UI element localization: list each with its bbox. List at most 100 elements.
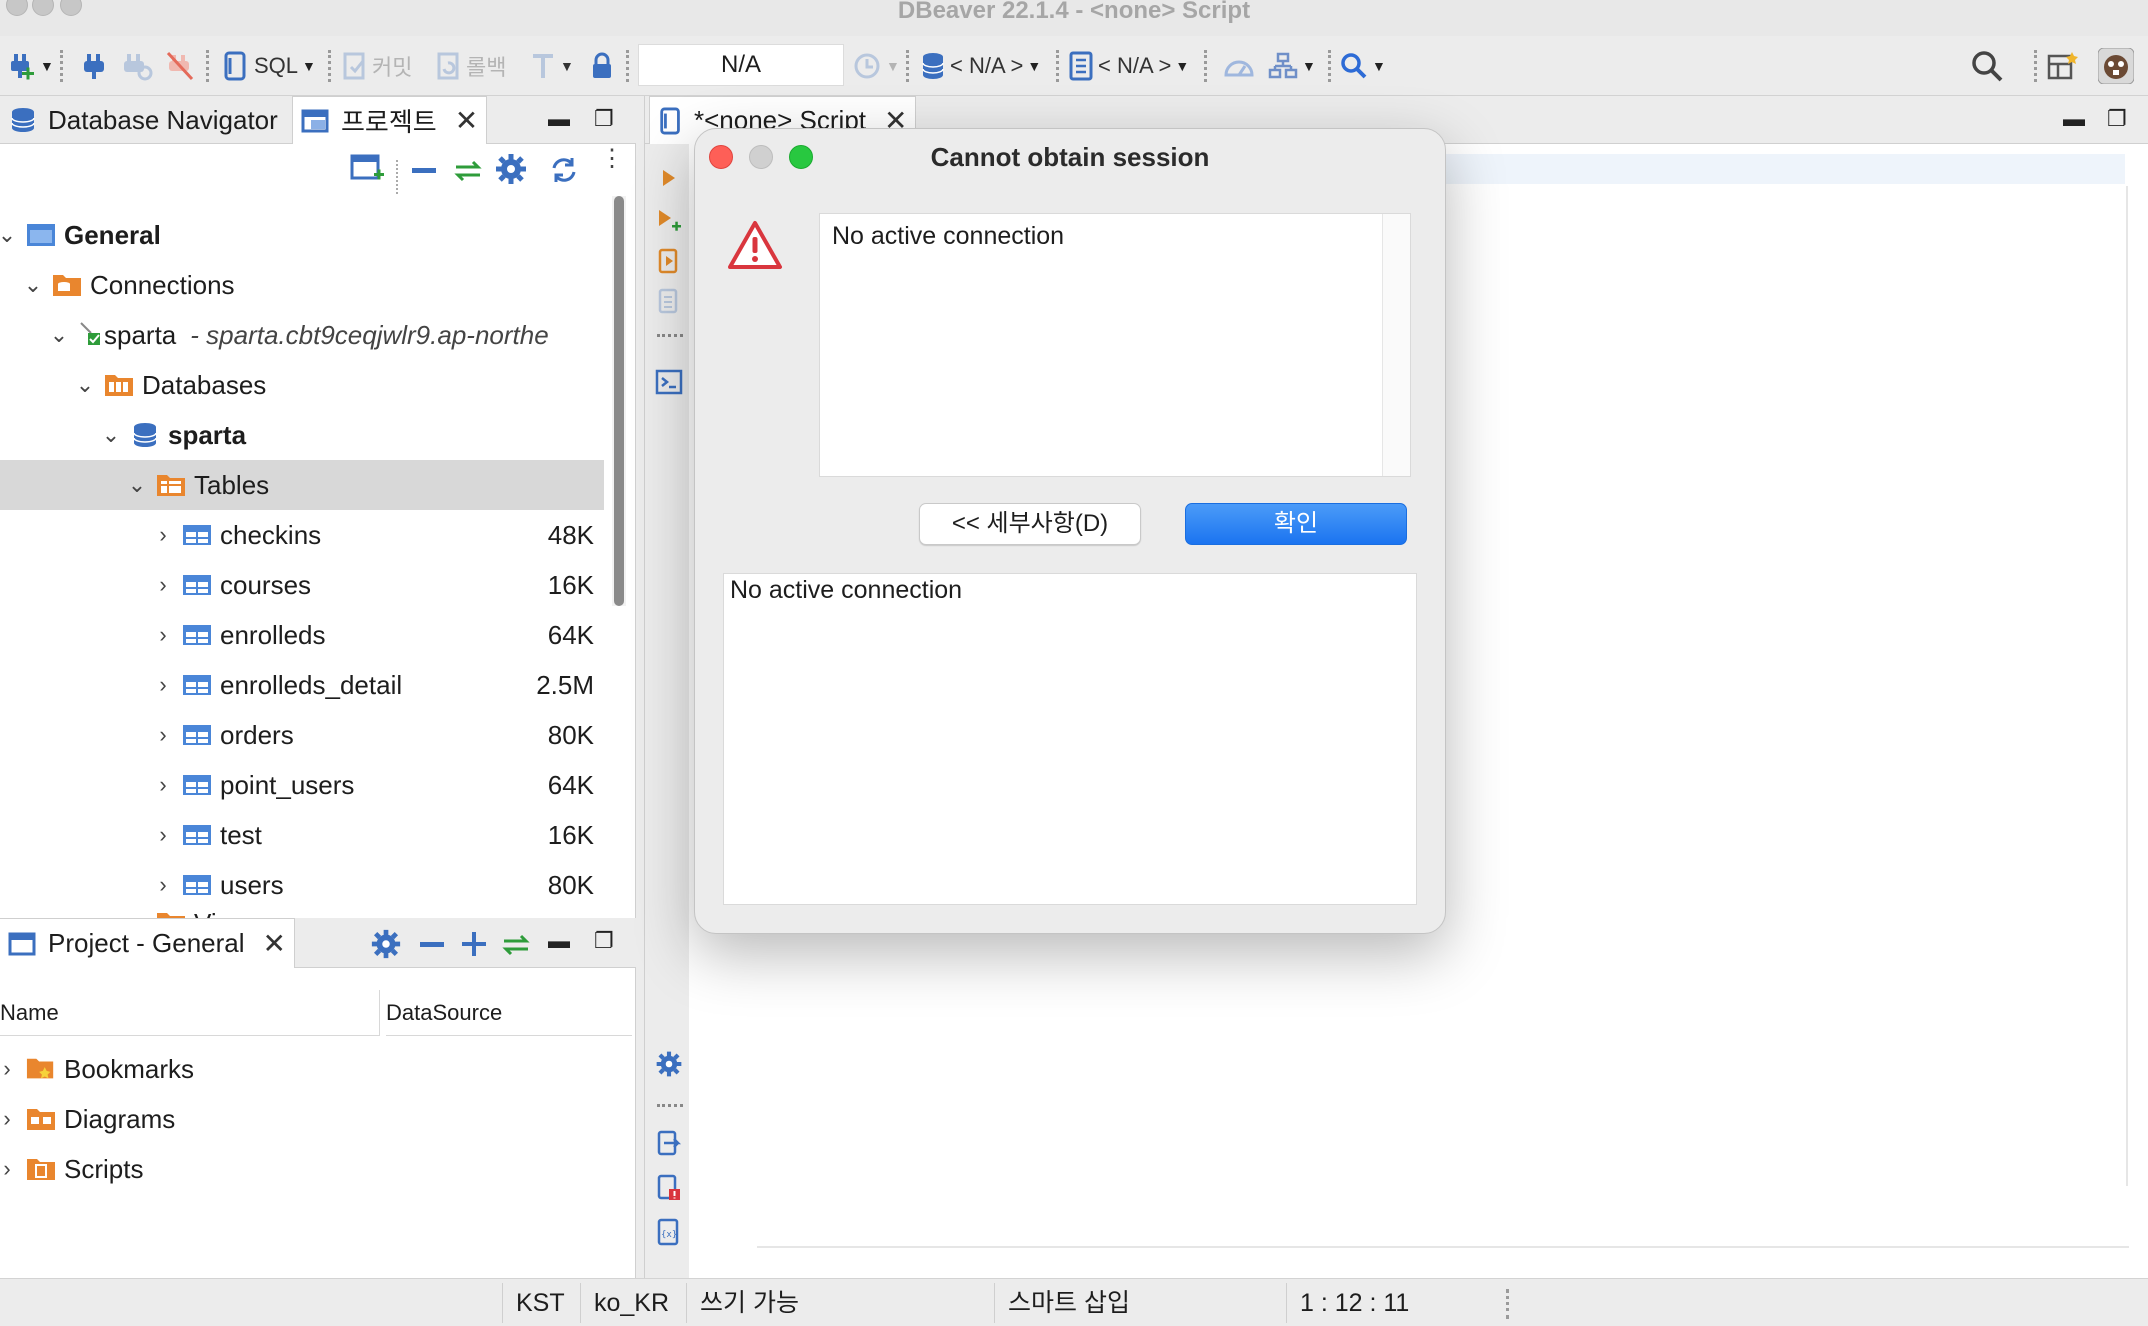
lock-button[interactable] — [590, 44, 614, 88]
new-connection-button[interactable]: ▼ — [8, 44, 54, 88]
close-icon[interactable]: ✕ — [455, 104, 478, 137]
tree-node-table[interactable]: › enrolleds 64K — [0, 610, 604, 660]
view-menu-button[interactable]: ⋮ — [600, 147, 624, 171]
column-header-name[interactable]: Name — [0, 990, 380, 1036]
execution-plan-button[interactable]: ▼ — [1268, 44, 1316, 88]
maximize-editor-button[interactable]: ❐ — [2107, 106, 2127, 132]
transaction-mode-button[interactable]: ▼ — [530, 44, 574, 88]
transaction-mode-field[interactable]: N/A — [638, 44, 844, 86]
chevron-down-icon[interactable]: ▼ — [1027, 58, 1041, 74]
execute-statement-button[interactable] — [655, 164, 683, 192]
global-search-button[interactable] — [1970, 44, 2004, 88]
project-item-scripts[interactable]: › Scripts — [0, 1144, 604, 1194]
details-button[interactable]: << 세부사항(D) — [919, 503, 1141, 545]
collapse-all-button[interactable] — [410, 158, 438, 182]
variables-button[interactable]: {x} — [655, 1218, 683, 1246]
commit-button[interactable]: 커밋 — [342, 44, 412, 88]
history-button[interactable]: ▼ — [852, 44, 900, 88]
sql-editor-button[interactable]: SQL ▼ — [222, 44, 316, 88]
reconnect-button[interactable] — [122, 44, 154, 88]
link-with-editor-button[interactable] — [500, 932, 532, 958]
minimize-editor-button[interactable]: ▬ — [2063, 106, 2085, 132]
chevron-down-icon[interactable]: ⌄ — [72, 372, 98, 398]
open-perspective-button[interactable] — [2046, 44, 2078, 88]
link-with-editor-button[interactable] — [452, 158, 484, 184]
tree-node-connections[interactable]: ⌄ Connections — [0, 260, 604, 310]
chevron-down-icon[interactable]: ▼ — [1302, 58, 1316, 74]
column-header-datasource[interactable]: DataSource — [386, 990, 632, 1036]
chevron-right-icon[interactable]: › — [150, 772, 176, 798]
chevron-down-icon[interactable]: ▼ — [1372, 58, 1386, 74]
chevron-down-icon[interactable]: ▼ — [560, 58, 574, 74]
tree-node-views[interactable]: › Views — [0, 898, 604, 918]
close-icon[interactable]: ✕ — [263, 927, 286, 960]
chevron-down-icon[interactable]: ▼ — [302, 58, 316, 74]
chevron-right-icon[interactable]: › — [150, 572, 176, 598]
project-item-diagrams[interactable]: › Diagrams — [0, 1094, 604, 1144]
chevron-right-icon[interactable]: › — [0, 1156, 20, 1182]
chevron-down-icon[interactable]: ▼ — [1175, 58, 1189, 74]
chevron-down-icon[interactable]: ⌄ — [46, 322, 72, 348]
tree-node-general[interactable]: ⌄ General — [0, 210, 604, 260]
chevron-down-icon[interactable]: ▼ — [886, 58, 900, 74]
chevron-right-icon[interactable]: › — [150, 822, 176, 848]
datasource-selector[interactable]: < N/A > ▼ — [920, 44, 1041, 88]
chevron-down-icon[interactable]: ▼ — [40, 58, 54, 74]
collapse-all-button[interactable] — [418, 932, 446, 956]
chevron-down-icon[interactable]: ⌄ — [124, 472, 150, 498]
chevron-right-icon[interactable]: › — [150, 522, 176, 548]
scrollbar-thumb[interactable] — [614, 196, 624, 606]
chevron-down-icon[interactable]: ⌄ — [20, 272, 46, 298]
chevron-right-icon[interactable]: › — [124, 910, 150, 918]
tree-node-databases[interactable]: ⌄ Databases — [0, 360, 604, 410]
dbeaver-perspective-button[interactable] — [2098, 44, 2134, 88]
rollback-button[interactable]: 롤백 — [436, 44, 506, 88]
show-errors-button[interactable] — [655, 1174, 683, 1202]
chevron-down-icon[interactable]: ⌄ — [0, 222, 20, 248]
tab-project-general[interactable]: Project - General ✕ — [0, 918, 295, 968]
tree-node-tables[interactable]: ⌄ Tables — [0, 460, 604, 510]
tree-node-table[interactable]: › checkins 48K — [0, 510, 604, 560]
tree-node-table[interactable]: › courses 16K — [0, 560, 604, 610]
chevron-right-icon[interactable]: › — [150, 872, 176, 898]
open-terminal-button[interactable] — [655, 368, 683, 396]
chevron-right-icon[interactable]: › — [0, 1056, 20, 1082]
minimize-panel-button[interactable]: ▬ — [548, 928, 570, 954]
tab-database-navigator[interactable]: Database Navigator — [0, 96, 286, 144]
refresh-button[interactable] — [548, 154, 580, 186]
configure-button[interactable] — [494, 152, 528, 186]
tree-node-table[interactable]: › enrolleds_detail 2.5M — [0, 660, 604, 710]
disconnect-button[interactable] — [166, 44, 194, 88]
find-button[interactable]: ▼ — [1340, 44, 1386, 88]
minimize-panel-button[interactable]: ▬ — [548, 106, 570, 132]
tree-node-table[interactable]: › point_users 64K — [0, 760, 604, 810]
new-folder-button[interactable] — [350, 152, 386, 186]
expand-all-button[interactable] — [460, 930, 488, 958]
chevron-right-icon[interactable]: › — [0, 1106, 20, 1132]
details-text-area[interactable]: No active connection — [723, 573, 1417, 905]
maximize-panel-button[interactable]: ❐ — [594, 928, 614, 954]
tree-node-database-sparta[interactable]: ⌄ sparta — [0, 410, 604, 460]
execute-script-new-tab-button[interactable] — [655, 288, 683, 316]
tree-node-connection-sparta[interactable]: ⌄ sparta - sparta.cbt9ceqjwlr9.ap-northe — [0, 310, 604, 360]
chevron-down-icon[interactable]: ⌄ — [98, 422, 124, 448]
execute-script-button[interactable] — [655, 248, 683, 276]
navigator-scrollbar[interactable] — [612, 196, 626, 606]
export-results-button[interactable] — [655, 1130, 683, 1158]
tree-node-table[interactable]: › orders 80K — [0, 710, 604, 760]
chevron-right-icon[interactable]: › — [150, 672, 176, 698]
status-insert-mode[interactable]: 스마트 삽입 — [1008, 1279, 1130, 1326]
dashboard-button[interactable] — [1222, 44, 1256, 88]
tree-node-table[interactable]: › test 16K — [0, 810, 604, 860]
execute-in-new-tab-button[interactable] — [655, 206, 683, 234]
message-scrollbar[interactable] — [1382, 214, 1410, 476]
ok-button[interactable]: 확인 — [1185, 503, 1407, 545]
schema-selector[interactable]: < N/A > ▼ — [1068, 44, 1189, 88]
configure-button[interactable] — [370, 928, 402, 960]
chevron-right-icon[interactable]: › — [150, 622, 176, 648]
tab-projects[interactable]: 프로젝트 ✕ — [292, 96, 488, 144]
maximize-panel-button[interactable]: ❐ — [594, 106, 614, 132]
chevron-right-icon[interactable]: › — [150, 722, 176, 748]
editor-settings-button[interactable] — [655, 1050, 683, 1078]
connect-button[interactable] — [80, 44, 108, 88]
